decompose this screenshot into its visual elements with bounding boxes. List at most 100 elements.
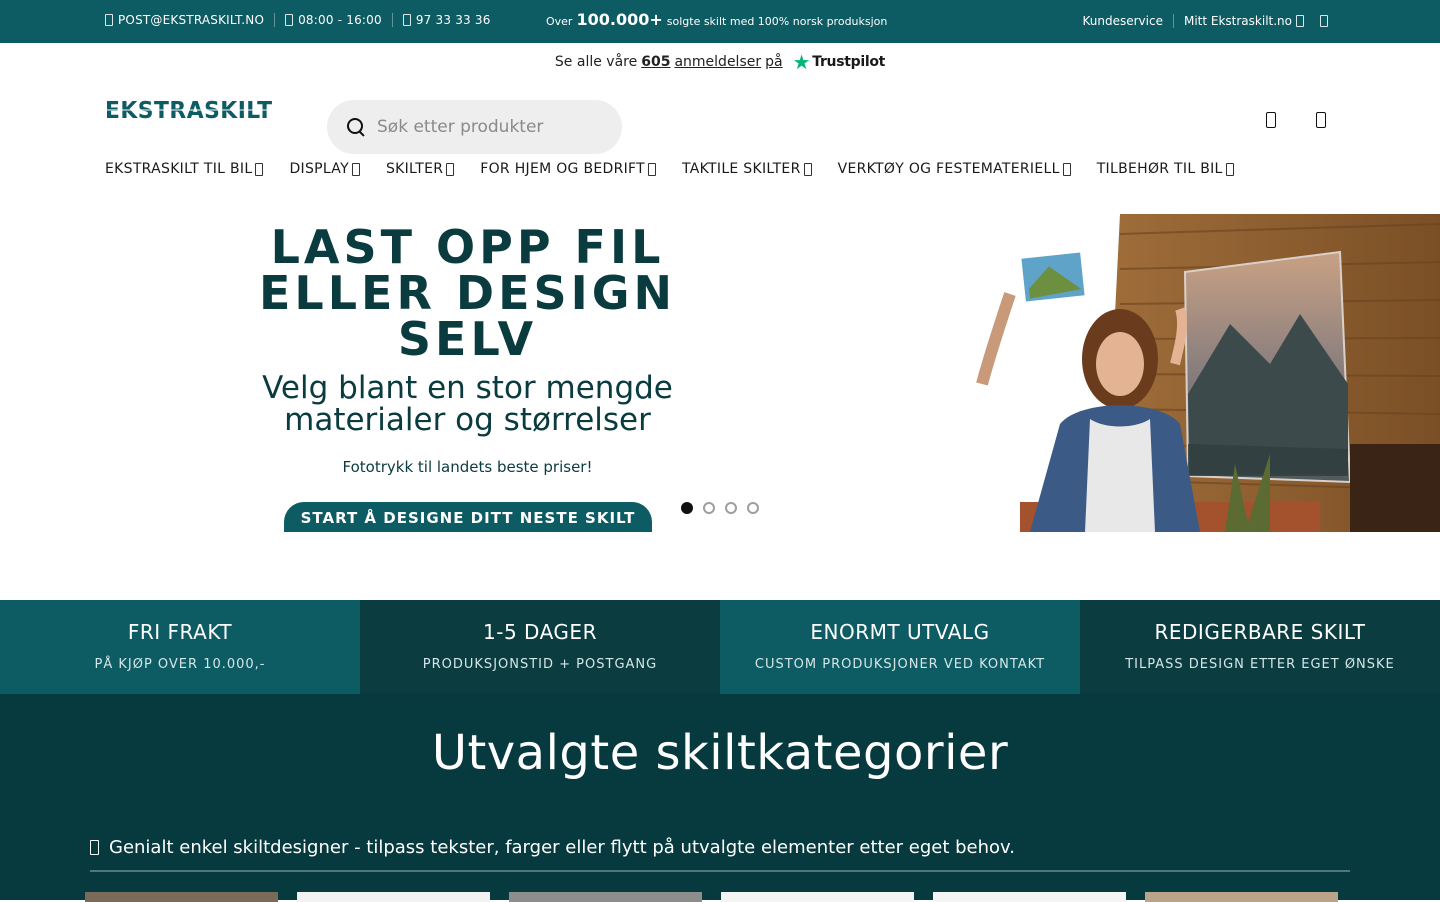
star-icon: ★ [792, 50, 811, 74]
category-thumbnail[interactable] [509, 892, 702, 902]
trust-on: på [765, 54, 783, 70]
chevron-down-icon [1225, 162, 1234, 176]
search-input[interactable] [377, 117, 597, 137]
top-bar: POST@EKSTRASKILT.NO 08:00 - 16:00 97 33 … [0, 0, 1440, 43]
chevron-down-icon [1062, 162, 1071, 176]
hero-slider: LAST OPP FIL ELLER DESIGN SELV Velg blan… [0, 214, 1440, 587]
trustpilot-brand: Trustpilot [812, 54, 886, 70]
category-thumbnail[interactable] [85, 892, 278, 902]
hero-subtitle-line: Velg blant en stor mengde [262, 370, 673, 406]
usp-text: PRODUKSJONSTID + POSTGANG [422, 657, 658, 672]
nav-item-label: SKILTER [385, 161, 444, 177]
chevron-down-icon [351, 162, 360, 176]
slider-dots [681, 502, 759, 514]
review-count[interactable]: 605 [641, 54, 670, 70]
opening-hours: 08:00 - 16:00 [285, 13, 382, 27]
nav-item[interactable]: TAKTILE SKILTER [682, 161, 812, 177]
hero-subtitle-line: materialer og størrelser [284, 402, 651, 438]
promo-banner: Over 100.000+ solgte skilt med 100% nors… [546, 10, 887, 29]
promo-suffix: solgte skilt med 100% norsk produksjon [666, 15, 888, 28]
nav-item[interactable]: EKSTRASKILT TIL BIL [105, 161, 264, 177]
nav-item[interactable]: DISPLAY [289, 161, 360, 177]
slider-dot[interactable] [747, 502, 759, 514]
usp-item: ENORMT UTVALG CUSTOM PRODUKSJONER VED KON… [720, 600, 1080, 694]
promo-number: 100.000+ [576, 10, 663, 29]
usp-title: ENORMT UTVALG [810, 620, 990, 644]
usp-text: PÅ KJØP OVER 10.000,- [94, 657, 266, 672]
chevron-down-icon [803, 162, 812, 176]
nav-item-label: TAKTILE SKILTER [682, 161, 801, 177]
nav-item-label: DISPLAY [289, 161, 349, 177]
nav-item-label: EKSTRASKILT TIL BIL [105, 161, 253, 177]
divider [1172, 14, 1174, 28]
my-account-link[interactable]: Mitt Ekstraskilt.no [1184, 14, 1292, 28]
usp-band: FRI FRAKT PÅ KJØP OVER 10.000,- 1-5 DAGER P… [0, 600, 1440, 694]
trust-prefix: Se alle våre [554, 54, 638, 70]
account-links: Kundeservice Mitt Ekstraskilt.no [1083, 14, 1328, 28]
nav-item-label: TILBEHØR TIL BIL [1096, 161, 1223, 177]
email-text: POST@EKSTRASKILT.NO [118, 13, 265, 27]
start-designing-button[interactable]: START Å DESIGNE DITT NESTE SKILT [284, 502, 652, 532]
slider-dot[interactable] [725, 502, 737, 514]
language-icon[interactable] [1320, 15, 1328, 27]
search-box[interactable] [327, 100, 622, 154]
nav-item-label: VERKTØY OG FESTEMATERIELL [837, 161, 1060, 177]
main-nav: EKSTRASKILT TIL BIL DISPLAY SKILTER FOR HJE… [0, 161, 1440, 191]
reviews-link[interactable]: anmeldelser [674, 54, 761, 70]
category-thumbnail[interactable] [721, 892, 914, 902]
usp-item: REDIGERBARE SKILT TILPASS DESIGN ETTER EG… [1080, 600, 1440, 694]
contact-info: POST@EKSTRASKILT.NO 08:00 - 16:00 97 33 … [105, 13, 491, 27]
nav-item[interactable]: VERKTØY OG FESTEMATERIELL [838, 161, 1071, 177]
trustpilot-bar: Se alle våre 605 anmeldelser på ★ Trustp… [0, 43, 1440, 79]
site-header: EKSTRASKILT [0, 79, 1440, 161]
categories-section: Utvalgte skiltkategorier Genialt enkel s… [0, 694, 1440, 902]
hours-text: 08:00 - 16:00 [298, 13, 382, 27]
chevron-down-icon [446, 162, 455, 176]
hero-tagline: Fototrykk til landets beste priser! [342, 458, 593, 476]
nav-item[interactable]: SKILTER [385, 161, 455, 177]
usp-item: FRI FRAKT PÅ KJØP OVER 10.000,- [0, 600, 360, 694]
usp-title: 1-5 DAGER [483, 620, 597, 644]
user-icon [1296, 15, 1304, 27]
customer-service-link[interactable]: Kundeservice [1083, 14, 1163, 28]
category-thumbnail[interactable] [933, 892, 1126, 902]
nav-item[interactable]: FOR HJEM OG BEDRIFT [480, 161, 656, 177]
hero-photo [970, 214, 1440, 532]
usp-title: FRI FRAKT [127, 620, 233, 644]
account-icon[interactable] [1266, 112, 1276, 128]
nav-item[interactable]: TILBEHØR TIL BIL [1097, 161, 1234, 177]
category-thumbnail[interactable] [297, 892, 490, 902]
phone-icon [402, 14, 411, 26]
usp-text: TILPASS DESIGN ETTER EGET ØNSKE [1125, 657, 1395, 672]
designer-note: Genialt enkel skiltdesigner - tilpass te… [90, 837, 1015, 858]
slider-dot[interactable] [703, 502, 715, 514]
site-logo[interactable]: EKSTRASKILT [105, 98, 273, 124]
categories-heading: Utvalgte skiltkategorier [431, 725, 1009, 781]
hero-text: LAST OPP FIL ELLER DESIGN SELV Velg blan… [240, 224, 695, 476]
envelope-icon [105, 14, 113, 26]
info-icon [90, 840, 99, 855]
nav-list: EKSTRASKILT TIL BIL DISPLAY SKILTER FOR HJE… [105, 161, 1260, 177]
nav-item-label: FOR HJEM OG BEDRIFT [480, 161, 645, 177]
phone-text: 97 33 33 36 [415, 13, 491, 27]
chevron-down-icon [648, 162, 656, 176]
hero-title-line: SELV [397, 312, 538, 366]
chevron-down-icon [255, 162, 264, 176]
hero-subtitle: Velg blant en stor mengde materialer og … [240, 372, 695, 436]
email-link[interactable]: POST@EKSTRASKILT.NO [105, 13, 264, 27]
cart-icon[interactable] [1316, 112, 1326, 128]
trustpilot-logo[interactable]: ★ Trustpilot [792, 50, 886, 74]
usp-item: 1-5 DAGER PRODUKSJONSTID + POSTGANG [360, 600, 720, 694]
usp-title: REDIGERBARE SKILT [1154, 620, 1366, 644]
promo-prefix: Over [546, 15, 573, 28]
phone-link[interactable]: 97 33 33 36 [402, 13, 491, 27]
category-thumbnail[interactable] [1145, 892, 1338, 902]
search-icon[interactable] [345, 116, 367, 138]
slider-dot[interactable] [681, 502, 693, 514]
divider [274, 13, 276, 27]
divider [90, 870, 1350, 872]
clock-icon [285, 14, 294, 26]
divider [391, 13, 393, 27]
designer-note-text: Genialt enkel skiltdesigner - tilpass te… [109, 837, 1016, 858]
category-thumbnails [85, 892, 1338, 902]
